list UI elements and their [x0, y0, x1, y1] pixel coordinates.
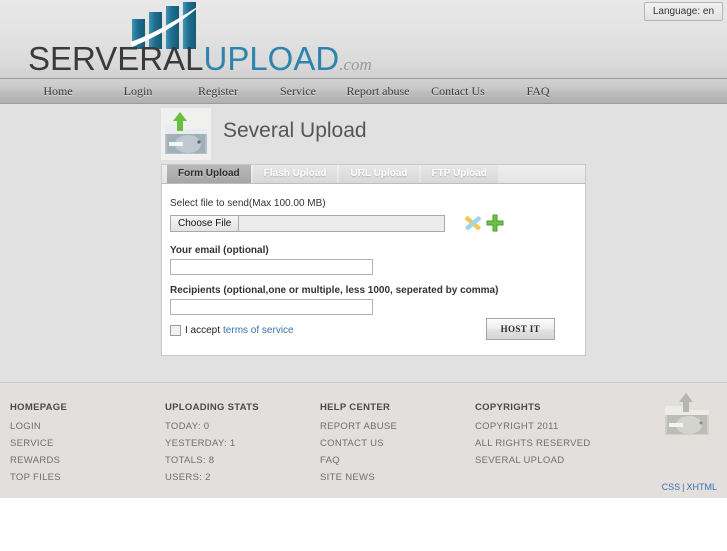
footer-link-rewards[interactable]: REWARDS [10, 455, 165, 466]
nav-item-contact-us[interactable]: Contact Us [418, 84, 498, 99]
logo-text-serveral: SERVERAL [28, 40, 204, 77]
file-field-label: Select file to send(Max 100.00 MB) [170, 198, 326, 209]
footer-column-uploading-stats: UPLOADING STATS TODAY: 0 YESTERDAY: 1 TO… [165, 402, 320, 489]
footer-link-faq[interactable]: FAQ [320, 455, 475, 466]
folder-upload-icon [161, 108, 211, 160]
language-selector-button[interactable]: Language: en [643, 2, 723, 21]
page-title-row: Several Upload [161, 108, 367, 160]
email-field[interactable] [170, 259, 373, 275]
recipients-field-label: Recipients (optional,one or multiple, le… [170, 285, 499, 296]
nav-item-faq[interactable]: FAQ [498, 84, 578, 99]
footer-link-site-news[interactable]: SITE NEWS [320, 472, 475, 483]
upload-panel-wrapper: Form Upload Flash Upload URL Upload FTP … [161, 164, 586, 356]
nav-item-service[interactable]: Service [258, 84, 338, 99]
footer-link-login[interactable]: LOGIN [10, 421, 165, 432]
footer-link-report-abuse[interactable]: REPORT ABUSE [320, 421, 475, 432]
logo-text-upload: UPLOAD [203, 40, 340, 77]
nav-item-login[interactable]: Login [98, 84, 178, 99]
xhtml-validation-link[interactable]: XHTML [686, 482, 717, 492]
choose-file-button[interactable]: Choose File [171, 215, 240, 231]
file-input-row: Choose File [170, 212, 585, 234]
stat-users: USERS: 2 [165, 472, 211, 483]
main-navigation: Home Login Register Service Report abuse… [0, 78, 727, 104]
validation-links: CSS | XHTML [662, 482, 717, 492]
nav-list: Home Login Register Service Report abuse… [0, 79, 727, 103]
footer-column-copyrights: COPYRIGHTS COPYRIGHT 2011 ALL RIGHTS RES… [475, 402, 630, 489]
page-bottom-space [0, 498, 727, 551]
site-logo[interactable]: SERVERALUPLOAD.com [28, 2, 372, 77]
green-plus-icon[interactable] [486, 214, 504, 232]
footer-link-top-files[interactable]: TOP FILES [10, 472, 165, 483]
file-input[interactable]: Choose File [170, 214, 445, 232]
footer-link-contact-us[interactable]: CONTACT US [320, 438, 475, 449]
page-title: Several Upload [223, 119, 367, 142]
accept-terms-label: I accept [185, 325, 221, 336]
file-action-icons [462, 212, 504, 234]
footer-heading-uploading-stats: UPLOADING STATS [165, 402, 259, 413]
email-field-label: Your email (optional) [170, 245, 269, 256]
host-it-button[interactable]: HOST IT [485, 318, 555, 340]
site-footer: HOMEPAGE LOGIN SERVICE REWARDS TOP FILES… [0, 382, 727, 498]
footer-column-homepage: HOMEPAGE LOGIN SERVICE REWARDS TOP FILES [10, 402, 165, 489]
stat-yesterday: YESTERDAY: 1 [165, 438, 236, 449]
logo-text-com: .com [339, 55, 372, 74]
nav-item-report-abuse[interactable]: Report abuse [338, 84, 418, 99]
footer-heading-help-center: HELP CENTER [320, 402, 391, 413]
page-content: Several Upload Form Upload Flash Upload … [0, 104, 727, 382]
footer-folder-upload-icon [665, 393, 709, 435]
copyright-year: COPYRIGHT 2011 [475, 421, 559, 432]
upload-tabs: Form Upload Flash Upload URL Upload FTP … [161, 164, 586, 183]
footer-column-help-center: HELP CENTER REPORT ABUSE CONTACT US FAQ … [320, 402, 475, 489]
accept-terms-checkbox[interactable] [170, 325, 181, 336]
tab-ftp-upload[interactable]: FTP Upload [420, 165, 498, 183]
logo-wordmark: SERVERALUPLOAD.com [28, 40, 372, 78]
footer-link-service[interactable]: SERVICE [10, 438, 165, 449]
recipients-field[interactable] [170, 299, 373, 315]
footer-columns: HOMEPAGE LOGIN SERVICE REWARDS TOP FILES… [0, 383, 727, 489]
upload-form: Select file to send(Max 100.00 MB) Choos… [162, 184, 585, 336]
css-validation-link[interactable]: CSS [662, 482, 681, 492]
company-name: SEVERAL UPLOAD [475, 455, 565, 466]
stat-totals: TOTALS: 8 [165, 455, 215, 466]
pencil-cross-icon[interactable] [462, 212, 484, 234]
tab-url-upload[interactable]: URL Upload [339, 165, 419, 183]
file-name-display [239, 215, 444, 231]
footer-heading-homepage: HOMEPAGE [10, 402, 68, 413]
site-header: Language: en SERVERALUPLOAD.com [0, 0, 727, 78]
nav-item-home[interactable]: Home [18, 84, 98, 99]
terms-of-service-link[interactable]: terms of service [223, 325, 294, 336]
stat-today: TODAY: 0 [165, 421, 210, 432]
nav-item-register[interactable]: Register [178, 84, 258, 99]
footer-heading-copyrights: COPYRIGHTS [475, 402, 541, 413]
form-upload-panel: Select file to send(Max 100.00 MB) Choos… [161, 183, 586, 356]
tab-flash-upload[interactable]: Flash Upload [252, 165, 338, 183]
rights-reserved: ALL RIGHTS RESERVED [475, 438, 591, 449]
tab-form-upload[interactable]: Form Upload [167, 165, 251, 183]
